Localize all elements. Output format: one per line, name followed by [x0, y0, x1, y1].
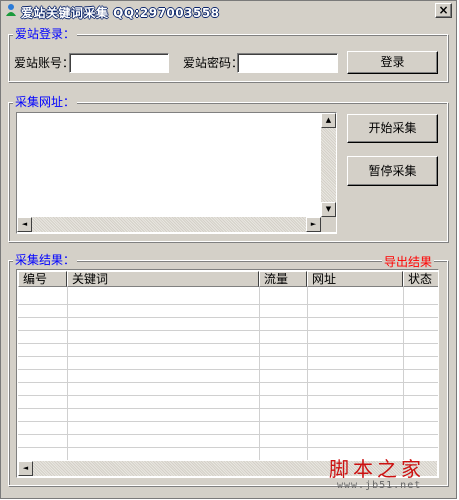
col-header-id[interactable]: 编号: [18, 271, 67, 287]
grid-row-line: [18, 317, 438, 318]
login-button[interactable]: 登录: [347, 51, 438, 74]
pause-collect-button[interactable]: 暂停采集: [347, 156, 438, 186]
grid-row-line: [18, 330, 438, 331]
scroll-left-button[interactable]: ◄: [17, 217, 32, 232]
grid-col-line: [67, 287, 68, 460]
grid-row-line: [18, 408, 438, 409]
scroll-right-button[interactable]: ►: [306, 217, 321, 232]
grid-col-line: [403, 287, 404, 460]
scroll-corner: [321, 217, 336, 232]
account-label: 爱站账号：: [14, 56, 75, 70]
app-icon: [6, 4, 16, 16]
scroll-up-button[interactable]: ▲: [321, 113, 336, 128]
collect-url-legend: 采集网址：: [13, 95, 78, 109]
window-title: 爱站关键词采集 QQ:297003558: [21, 6, 220, 20]
start-collect-button[interactable]: 开始采集: [347, 114, 438, 143]
grid-row-line: [18, 395, 438, 396]
password-input[interactable]: [237, 53, 338, 73]
grid-row-line: [18, 369, 438, 370]
results-legend: 采集结果：: [13, 253, 78, 267]
account-input[interactable]: [69, 53, 169, 73]
grid-row-line: [18, 343, 438, 344]
scroll-down-button[interactable]: ▼: [321, 202, 336, 217]
grid-col-line: [307, 287, 308, 460]
grid-row-line: [18, 434, 438, 435]
password-label: 爱站密码：: [183, 56, 244, 70]
title-bar[interactable]: 爱站关键词采集 QQ:297003558 ×: [1, 1, 456, 21]
main-window: 爱站关键词采集 QQ:297003558 × 爱站登录： 爱站账号： 爱站密码：…: [0, 0, 457, 499]
grid-row-line: [18, 421, 438, 422]
close-button[interactable]: ×: [435, 3, 452, 18]
watermark-sub: www.jb51.net: [337, 480, 422, 491]
grid-row-line: [18, 447, 438, 448]
results-listview[interactable]: 编号 关键词 流量 网址 状态 ◄: [16, 269, 439, 478]
login-legend: 爱站登录：: [13, 27, 78, 41]
grid-row-line: [18, 304, 438, 305]
export-results-link[interactable]: 导出结果: [382, 253, 435, 270]
col-header-status[interactable]: 状态: [403, 271, 438, 287]
col-header-traffic[interactable]: 流量: [259, 271, 307, 287]
grid-row-line: [18, 356, 438, 357]
url-hscroll-track[interactable]: [32, 217, 306, 232]
grid-col-line: [259, 287, 260, 460]
watermark-main: 脚本之家: [329, 457, 425, 481]
col-header-url[interactable]: 网址: [307, 271, 403, 287]
grid-row-line: [18, 382, 438, 383]
url-textarea[interactable]: ▲ ▼ ◄ ►: [16, 112, 337, 234]
site-watermark: 脚本之家 www.jb51.net: [329, 453, 425, 491]
results-scroll-left-button[interactable]: ◄: [18, 461, 33, 476]
col-header-keyword[interactable]: 关键词: [67, 271, 259, 287]
